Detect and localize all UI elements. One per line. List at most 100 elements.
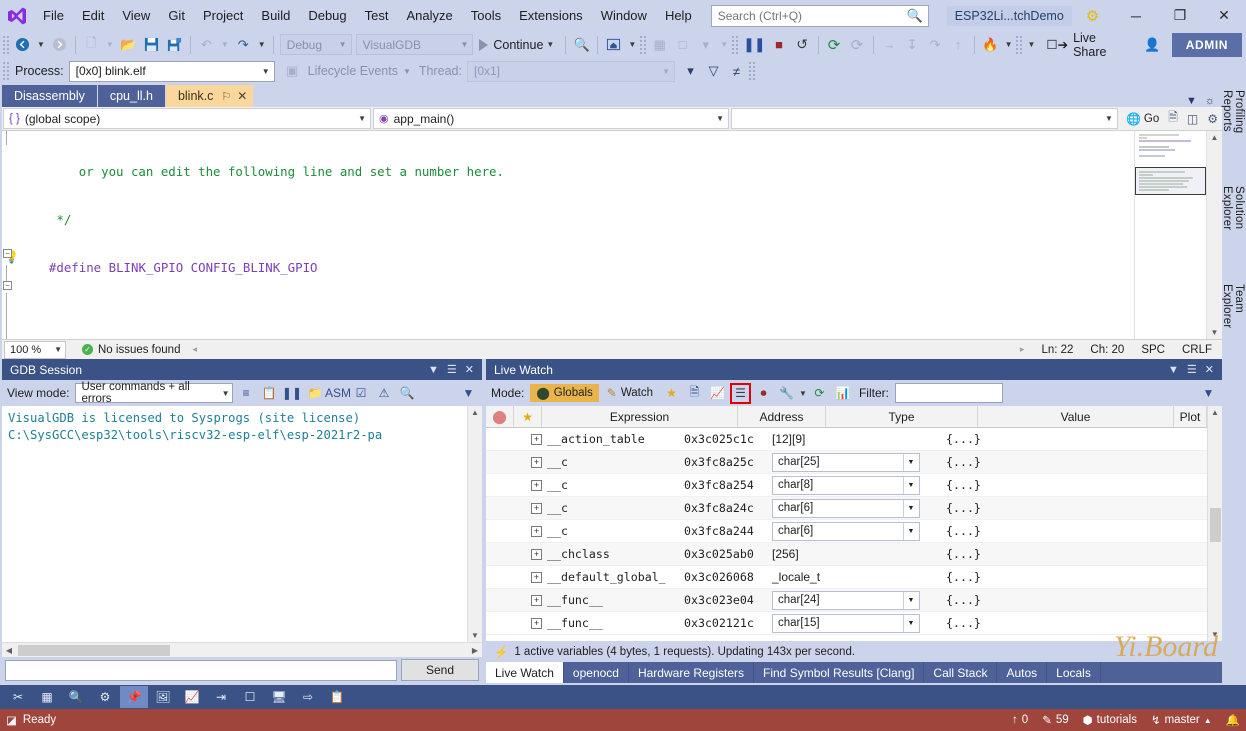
chevron-down-icon-type[interactable]: ▼ [903, 453, 918, 471]
search-input[interactable] [710, 4, 929, 27]
star-icon[interactable]: ★ [661, 383, 682, 404]
main-menu[interactable]: File Edit View Git Project Build Debug T… [34, 0, 701, 31]
menu-git[interactable]: Git [159, 4, 194, 27]
cell-value[interactable]: {...} [922, 566, 1118, 589]
list-view-icon[interactable]: ☰ [730, 382, 752, 404]
table-row[interactable]: + __c 0x3fc8a244 char[6] ▼ {...} [486, 520, 1207, 543]
folder-icon[interactable]: 📁 [304, 383, 325, 404]
column-header-type[interactable]: Type [826, 406, 978, 427]
scroll-down-icon[interactable]: ▼ [1211, 326, 1219, 339]
restart-icon[interactable]: ↺ [791, 33, 814, 56]
magnifier-icon[interactable]: 🔍 [62, 686, 90, 708]
menu-tools[interactable]: Tools [462, 4, 510, 27]
expand-icon[interactable]: + [531, 525, 542, 537]
solution-configuration-combo[interactable]: Debug ▼ [279, 34, 352, 55]
fold-toggle-app-main[interactable]: − [3, 249, 12, 258]
menu-debug[interactable]: Debug [299, 4, 355, 27]
clipboard-icon[interactable]: 📋 [323, 686, 351, 708]
column-header-value[interactable]: Value [978, 406, 1174, 427]
maximize-button[interactable]: ❐ [1158, 0, 1202, 31]
editor-vertical-scrollbar[interactable]: ▲ ▼ [1206, 131, 1222, 339]
favorite-column-header[interactable]: ★ [514, 406, 542, 427]
close-icon-lw[interactable]: ✕ [1201, 363, 1218, 376]
hot-reload-icon[interactable]: 🔥 [979, 33, 1002, 56]
cell-expression[interactable]: __func__ [547, 612, 682, 635]
table-row[interactable]: + __func__ 0x3c023e04 char[24] ▼ {...} [486, 589, 1207, 612]
cell-type[interactable]: [256] [770, 543, 922, 566]
pin-tool-icon[interactable]: 📌 [120, 686, 148, 708]
chevron-down-icon-type[interactable]: ▼ [903, 522, 918, 540]
cell-value[interactable]: {...} [922, 520, 1118, 543]
pin-icon-lw[interactable]: ☰ [1183, 363, 1201, 376]
cell-expression[interactable]: __action_table [547, 428, 682, 451]
table-row[interactable]: + __func__ 0x3c02121c char[15] ▼ {...} [486, 612, 1207, 635]
stop-icon[interactable]: ■ [768, 33, 791, 56]
menu-test[interactable]: Test [356, 4, 398, 27]
expand-icon[interactable]: + [531, 502, 542, 514]
home-dropdown-icon[interactable]: ▼ [625, 40, 639, 49]
table-row[interactable]: + __action_table 0x3c025c1c [12][9] {...} [486, 428, 1207, 451]
eol-indicator[interactable]: CRLF [1182, 344, 1212, 356]
continue-dropdown-icon[interactable]: ▼ [543, 40, 557, 49]
gdb-scroll-right-icon[interactable]: ▶ [468, 646, 482, 655]
cell-plot[interactable] [1118, 497, 1207, 520]
lw-scroll-thumb[interactable] [1209, 507, 1221, 542]
menu-view[interactable]: View [113, 4, 159, 27]
refresh-watch-icon[interactable]: ⟳ [809, 383, 830, 404]
document-icon[interactable]: 🗎 [1165, 108, 1181, 129]
cell-plot[interactable] [1118, 566, 1207, 589]
warning-icon[interactable]: ⚠ [373, 383, 394, 404]
redo-dropdown-icon[interactable]: ▼ [255, 40, 269, 49]
attach-process-icon[interactable]: 🔍 [570, 33, 593, 56]
cell-plot[interactable] [1118, 520, 1207, 543]
save-all-icon[interactable] [163, 33, 186, 56]
cell-type[interactable]: char[6] ▼ [770, 520, 922, 543]
monitor-icon[interactable]: 🖥 [265, 686, 293, 708]
table-row[interactable]: + __c 0x3fc8a24c char[6] ▼ {...} [486, 497, 1207, 520]
settings-icon[interactable]: ⚙ [1204, 112, 1221, 126]
expand-icon[interactable]: + [531, 456, 542, 468]
pause-icon[interactable]: ❚❚ [740, 33, 767, 56]
menu-window[interactable]: Window [592, 4, 656, 27]
menu-project[interactable]: Project [194, 4, 252, 27]
export-icon[interactable]: ⇨ [294, 686, 322, 708]
continue-button[interactable]: Continue ▼ [475, 33, 561, 56]
live-watch-overflow-icon[interactable]: ▼ [1198, 383, 1219, 404]
grid-icon[interactable]: ▦ [33, 686, 61, 708]
fold-toggle-comment[interactable]: − [3, 281, 12, 290]
rail-team-explorer[interactable]: Team Explorer [1221, 284, 1245, 359]
type-combo[interactable]: char[8] ▼ [772, 475, 920, 495]
cell-expression[interactable]: __chclass [547, 543, 682, 566]
refresh-icon[interactable]: ⟳ [823, 33, 846, 56]
tab-locals[interactable]: Locals [1047, 662, 1101, 683]
zoom-combo[interactable]: 100 % ▼ [4, 340, 66, 359]
cell-plot[interactable] [1118, 451, 1207, 474]
verify-icon[interactable]: ☑ [350, 383, 371, 404]
gdb-hscroll-thumb[interactable] [18, 644, 170, 656]
cell-plot[interactable] [1118, 589, 1207, 612]
status-nav-icon[interactable]: ▸ [1020, 344, 1025, 355]
cell-value[interactable]: {...} [922, 612, 1118, 635]
minimize-button[interactable]: ─ [1114, 0, 1158, 31]
close-icon-gdb[interactable]: ✕ [461, 363, 478, 376]
type-combo[interactable]: char[25] ▼ [772, 452, 920, 472]
cell-type[interactable]: char[6] ▼ [770, 497, 922, 520]
window-icon[interactable]: ☐ [236, 686, 264, 708]
chevron-down-icon-lw[interactable]: ▼ [1164, 364, 1183, 376]
search-log-icon[interactable]: 🔍 [396, 383, 417, 404]
warnings-indicator[interactable]: ✎ 59 [1042, 713, 1068, 727]
hot-reload-dropdown-icon[interactable]: ▼ [1002, 40, 1016, 49]
toolbar-grip[interactable] [2, 34, 11, 55]
gear-icon[interactable]: ⚙ [1086, 7, 1099, 25]
rail-solution-explorer[interactable]: Solution Explorer [1221, 186, 1245, 274]
scroll-up-icon[interactable]: ▲ [1211, 131, 1219, 144]
type-combo[interactable]: char[15] ▼ [772, 613, 920, 633]
cell-type[interactable]: char[8] ▼ [770, 474, 922, 497]
record-column-header[interactable]: ⬤ [486, 406, 514, 427]
filter-input[interactable] [894, 383, 1003, 403]
gdb-horizontal-scrollbar[interactable]: ◀ ▶ [2, 642, 482, 657]
type-combo[interactable]: char[24] ▼ [772, 590, 920, 610]
branch-indicator[interactable]: ↯ master ▲ [1151, 713, 1212, 727]
navigate-back-icon[interactable] [11, 33, 34, 56]
open-file-icon[interactable]: 📂 [117, 33, 140, 56]
